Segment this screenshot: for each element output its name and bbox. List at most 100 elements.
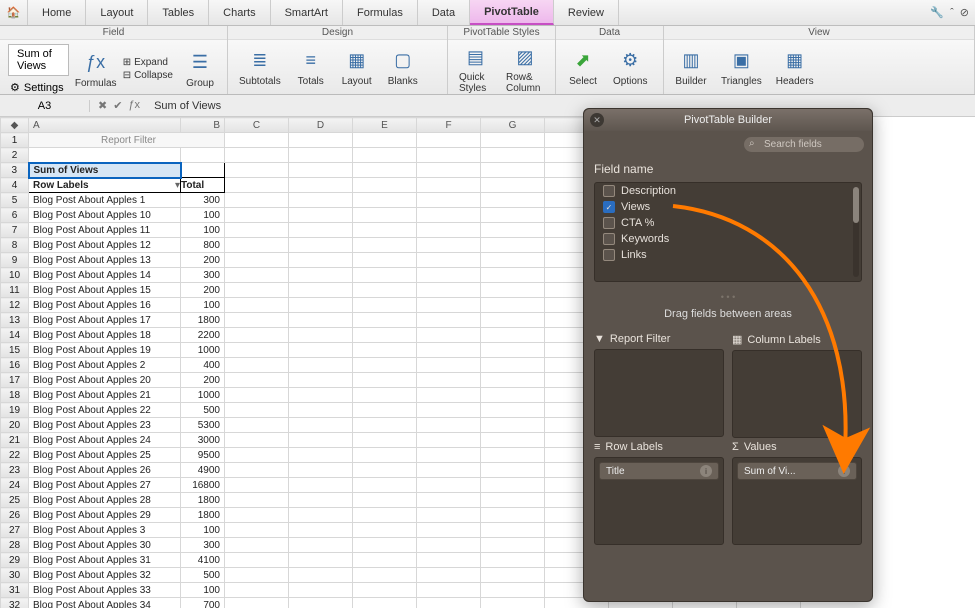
options-button[interactable]: ⚙Options bbox=[608, 46, 652, 89]
cell[interactable] bbox=[289, 328, 353, 343]
cell[interactable] bbox=[481, 493, 545, 508]
group-button[interactable]: ☰Group bbox=[179, 48, 221, 91]
tab-home[interactable]: Home bbox=[28, 0, 86, 25]
row-header[interactable]: 28 bbox=[1, 538, 29, 553]
cell[interactable] bbox=[353, 523, 417, 538]
info-icon[interactable]: i bbox=[838, 465, 850, 477]
row-header[interactable]: 12 bbox=[1, 298, 29, 313]
cell[interactable] bbox=[289, 523, 353, 538]
cell[interactable] bbox=[481, 298, 545, 313]
row-header[interactable]: 16 bbox=[1, 358, 29, 373]
cell[interactable] bbox=[289, 388, 353, 403]
row-header[interactable]: 27 bbox=[1, 523, 29, 538]
cell[interactable] bbox=[225, 298, 289, 313]
triangles-button[interactable]: ▣Triangles bbox=[716, 46, 767, 89]
cell[interactable] bbox=[181, 163, 225, 178]
cell[interactable] bbox=[353, 493, 417, 508]
cell[interactable] bbox=[289, 598, 353, 608]
column-header[interactable]: E bbox=[353, 118, 417, 133]
row-header[interactable]: 11 bbox=[1, 283, 29, 298]
cell[interactable] bbox=[353, 208, 417, 223]
cell[interactable] bbox=[481, 523, 545, 538]
checkbox-icon[interactable] bbox=[603, 217, 615, 229]
cell[interactable]: 1000 bbox=[181, 388, 225, 403]
cell[interactable]: Blog Post About Apples 16 bbox=[29, 298, 181, 313]
cell[interactable]: Blog Post About Apples 21 bbox=[29, 388, 181, 403]
cell[interactable] bbox=[417, 568, 481, 583]
cell[interactable]: Blog Post About Apples 25 bbox=[29, 448, 181, 463]
search-fields-input[interactable]: Search fields bbox=[744, 137, 864, 152]
cell[interactable] bbox=[353, 373, 417, 388]
tab-formulas[interactable]: Formulas bbox=[343, 0, 418, 25]
cell[interactable] bbox=[225, 178, 289, 193]
cell[interactable] bbox=[289, 208, 353, 223]
cell[interactable] bbox=[289, 313, 353, 328]
row-header[interactable]: 23 bbox=[1, 463, 29, 478]
cell[interactable] bbox=[353, 343, 417, 358]
cell[interactable] bbox=[353, 598, 417, 608]
cell[interactable] bbox=[481, 583, 545, 598]
cell[interactable] bbox=[289, 433, 353, 448]
cell[interactable] bbox=[225, 583, 289, 598]
cell[interactable]: 100 bbox=[181, 583, 225, 598]
row-header[interactable]: 29 bbox=[1, 553, 29, 568]
cell[interactable] bbox=[353, 283, 417, 298]
cell[interactable] bbox=[417, 133, 481, 148]
cell[interactable] bbox=[417, 193, 481, 208]
row-header[interactable]: 9 bbox=[1, 253, 29, 268]
cell[interactable] bbox=[353, 223, 417, 238]
cell[interactable]: 100 bbox=[181, 208, 225, 223]
subtotals-button[interactable]: ≣Subtotals bbox=[234, 46, 286, 89]
cell[interactable] bbox=[289, 253, 353, 268]
cell[interactable] bbox=[417, 403, 481, 418]
cell[interactable] bbox=[225, 358, 289, 373]
cell[interactable]: Blog Post About Apples 12 bbox=[29, 238, 181, 253]
cell[interactable] bbox=[481, 223, 545, 238]
row-header[interactable]: 10 bbox=[1, 268, 29, 283]
field-row-links[interactable]: Links bbox=[595, 247, 861, 263]
name-box[interactable]: A3 bbox=[0, 100, 90, 112]
cell[interactable]: Blog Post About Apples 19 bbox=[29, 343, 181, 358]
cell[interactable]: Blog Post About Apples 18 bbox=[29, 328, 181, 343]
cell[interactable] bbox=[289, 448, 353, 463]
row-header[interactable]: 6 bbox=[1, 208, 29, 223]
row-header[interactable]: 30 bbox=[1, 568, 29, 583]
cell[interactable] bbox=[225, 493, 289, 508]
cell[interactable] bbox=[481, 313, 545, 328]
cell[interactable] bbox=[289, 163, 353, 178]
cell[interactable] bbox=[353, 448, 417, 463]
cell[interactable] bbox=[481, 568, 545, 583]
cell[interactable] bbox=[353, 508, 417, 523]
cell[interactable] bbox=[417, 238, 481, 253]
totals-button[interactable]: ≡Totals bbox=[290, 46, 332, 89]
cell[interactable]: 400 bbox=[181, 358, 225, 373]
cell[interactable] bbox=[289, 223, 353, 238]
wrench-icon[interactable]: 🔧 bbox=[930, 6, 944, 19]
cell[interactable]: 300 bbox=[181, 193, 225, 208]
cell[interactable] bbox=[353, 478, 417, 493]
row-header[interactable]: 22 bbox=[1, 448, 29, 463]
cell[interactable] bbox=[353, 268, 417, 283]
cell[interactable] bbox=[289, 508, 353, 523]
cell[interactable] bbox=[225, 343, 289, 358]
blanks-button[interactable]: ▢Blanks bbox=[382, 46, 424, 89]
row-header[interactable]: 18 bbox=[1, 388, 29, 403]
quick-styles-button[interactable]: ▤Quick Styles bbox=[454, 42, 497, 96]
tab-data[interactable]: Data bbox=[418, 0, 470, 25]
cell[interactable] bbox=[225, 463, 289, 478]
row-labels-well[interactable]: Titlei bbox=[594, 457, 724, 545]
cell[interactable] bbox=[353, 313, 417, 328]
cell[interactable] bbox=[289, 493, 353, 508]
cell[interactable]: Blog Post About Apples 22 bbox=[29, 403, 181, 418]
cell[interactable]: 1800 bbox=[181, 508, 225, 523]
row-header[interactable]: 14 bbox=[1, 328, 29, 343]
cell[interactable]: Blog Post About Apples 30 bbox=[29, 538, 181, 553]
values-well[interactable]: Sum of Vi...i bbox=[732, 457, 862, 545]
checkbox-icon[interactable] bbox=[603, 249, 615, 261]
cell[interactable] bbox=[417, 463, 481, 478]
cell[interactable] bbox=[417, 268, 481, 283]
cell[interactable]: 200 bbox=[181, 253, 225, 268]
cell[interactable] bbox=[481, 538, 545, 553]
fx-icon[interactable]: ƒx bbox=[128, 99, 140, 112]
row-header[interactable]: 19 bbox=[1, 403, 29, 418]
